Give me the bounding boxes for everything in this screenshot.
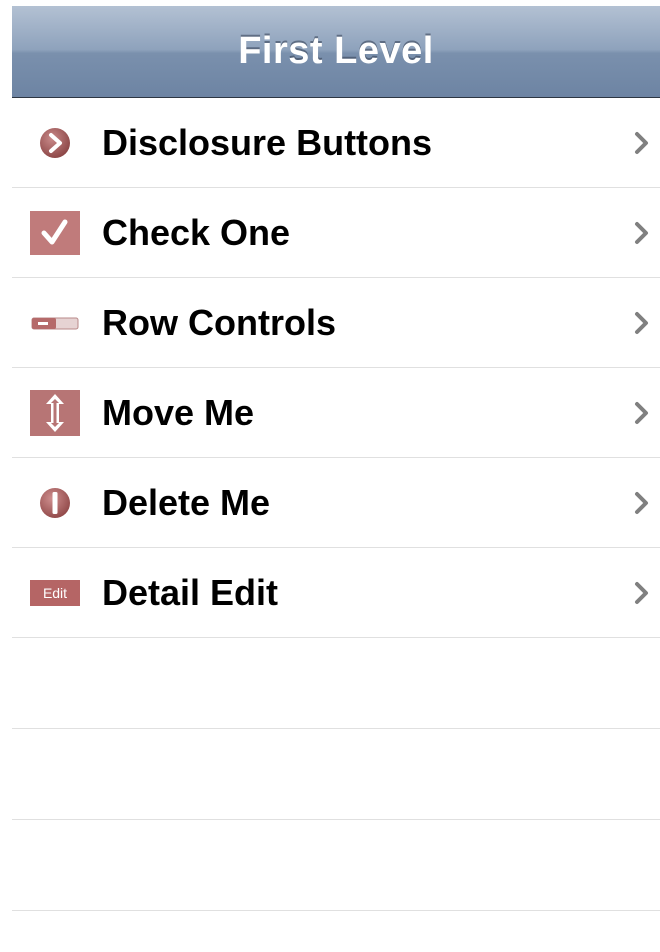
chevron-right-icon xyxy=(632,398,652,428)
delete-icon xyxy=(30,480,80,526)
empty-row xyxy=(12,820,660,911)
checkmark-icon xyxy=(30,210,80,256)
list-item-label: Check One xyxy=(102,212,291,253)
move-arrows-icon xyxy=(30,390,80,436)
table-view[interactable]: Disclosure Buttons Check One Row Control… xyxy=(12,98,660,911)
disclosure-icon xyxy=(30,120,80,166)
chevron-right-icon xyxy=(632,128,652,158)
list-item-label: Move Me xyxy=(102,392,255,433)
chevron-right-icon xyxy=(632,218,652,248)
navbar-title: First Level xyxy=(238,30,434,72)
list-item-move-me[interactable]: Move Me xyxy=(12,368,660,458)
list-item-label: Row Controls xyxy=(102,302,336,343)
list-item-label: Delete Me xyxy=(102,482,271,523)
chevron-right-icon xyxy=(632,578,652,608)
list-item-label: Disclosure Buttons xyxy=(102,122,433,163)
list-item-row-controls[interactable]: Row Controls xyxy=(12,278,660,368)
navigation-bar: First Level xyxy=(12,6,660,98)
edit-icon: Edit xyxy=(30,570,80,616)
list-item-detail-edit[interactable]: Edit Detail Edit xyxy=(12,548,660,638)
chevron-right-icon xyxy=(632,488,652,518)
empty-row xyxy=(12,729,660,820)
list-item-check-one[interactable]: Check One xyxy=(12,188,660,278)
empty-row xyxy=(12,638,660,729)
list-item-label: Detail Edit xyxy=(102,572,279,613)
chevron-right-icon xyxy=(632,308,652,338)
list-item-delete-me[interactable]: Delete Me xyxy=(12,458,660,548)
screen: First Level Disclosure Buttons Check One… xyxy=(12,6,660,952)
list-item-disclosure-buttons[interactable]: Disclosure Buttons xyxy=(12,98,660,188)
edit-icon-text: Edit xyxy=(43,585,67,601)
switch-icon xyxy=(30,300,80,346)
